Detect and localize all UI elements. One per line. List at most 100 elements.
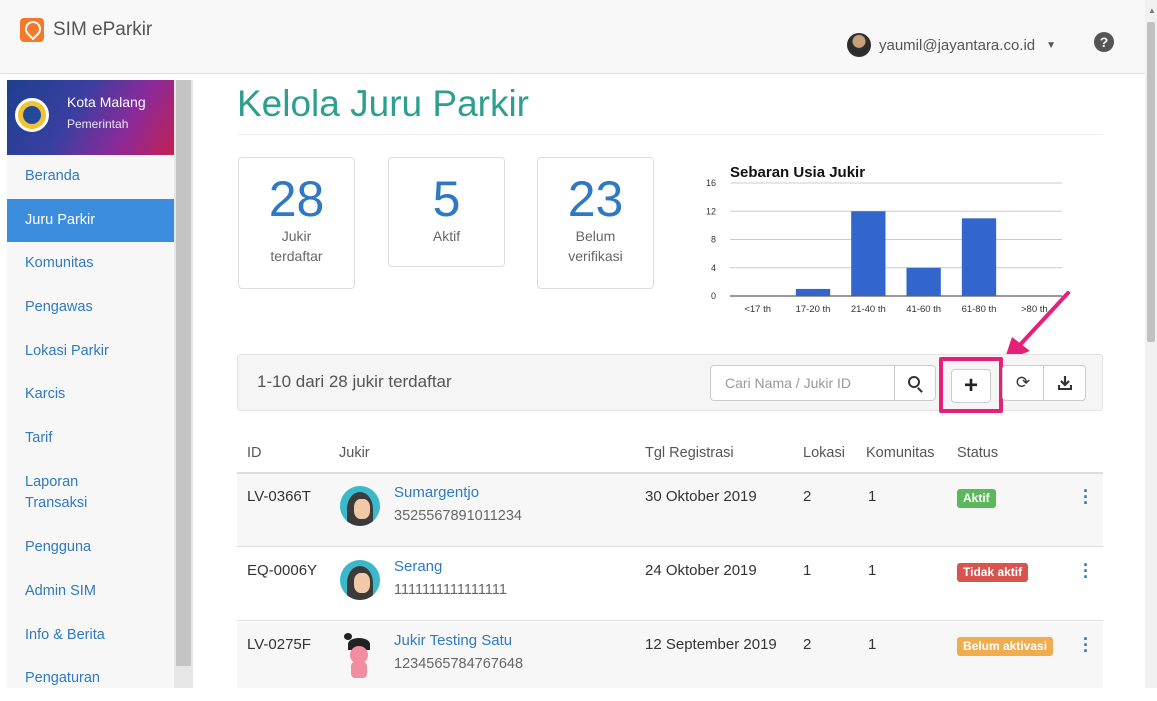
stat-value: 28	[268, 171, 325, 227]
cell-tgl-registrasi: 24 Oktober 2019	[645, 562, 757, 579]
jukir-name-link[interactable]: Jukir Testing Satu	[394, 632, 512, 649]
org-emblem-icon	[15, 98, 49, 132]
title-divider	[237, 134, 1103, 135]
chart-y-tick-label: 16	[706, 178, 716, 188]
row-actions-icon[interactable]: · · ·	[1083, 630, 1089, 660]
cell-komunitas: 1	[868, 562, 877, 579]
col-header-status[interactable]: Status	[957, 445, 998, 461]
search-input[interactable]	[711, 366, 894, 400]
download-button[interactable]	[1044, 365, 1086, 401]
col-header-komunitas[interactable]: Komunitas	[866, 445, 935, 461]
table-row[interactable]: LV-0275F Jukir Testing Satu 123456578476…	[237, 622, 1103, 688]
top-navbar: SIM eParkir yaumil@jayantara.co.id ▼ ?	[0, 0, 1145, 74]
brand[interactable]: SIM eParkir	[20, 18, 152, 42]
cell-id: LV-0275F	[247, 636, 311, 653]
download-icon	[1057, 376, 1072, 390]
refresh-button[interactable]: ⟳	[1002, 365, 1044, 401]
sidebar-item-komunitas[interactable]: Komunitas	[7, 242, 174, 286]
jukir-avatar	[340, 560, 380, 600]
jukir-name-link[interactable]: Sumargentjo	[394, 484, 479, 501]
sidebar-item-beranda[interactable]: Beranda	[7, 155, 174, 199]
cell-lokasi: 2	[803, 636, 812, 653]
org-subtitle: Pemerintah	[67, 117, 129, 131]
cell-id: LV-0366T	[247, 488, 311, 505]
sidebar-scrollbar[interactable]	[174, 80, 193, 688]
cell-komunitas: 1	[868, 488, 877, 505]
search-icon	[908, 376, 920, 388]
sidebar-item-juru-parkir[interactable]: Juru Parkir	[7, 198, 174, 243]
table-row[interactable]: EQ-0006Y Serang 1111111111111111 24 Okto…	[237, 548, 1103, 621]
chart-x-tick-label: 41-60 th	[906, 304, 941, 315]
search-group	[710, 365, 936, 401]
sidebar-scrollbar-thumb[interactable]	[176, 80, 191, 666]
sidebar-item-admin-sim[interactable]: Admin SIM	[7, 570, 174, 614]
jukir-avatar	[340, 486, 380, 526]
jukir-avatar	[344, 632, 374, 678]
cell-tgl-registrasi: 30 Oktober 2019	[645, 488, 757, 505]
sidebar-item-tarif[interactable]: Tarif	[7, 417, 174, 461]
cell-id: EQ-0006Y	[247, 562, 318, 579]
status-badge: Tidak aktif	[957, 563, 1029, 582]
org-header[interactable]: Kota Malang Pemerintah	[7, 80, 174, 155]
sidebar-item-pengawas[interactable]: Pengawas	[7, 286, 174, 330]
user-email: yaumil@jayantara.co.id	[879, 36, 1036, 54]
sidebar-item-pengaturan[interactable]: Pengaturan	[7, 657, 174, 701]
user-avatar	[847, 33, 871, 57]
chart-x-tick-label: 17-20 th	[796, 304, 831, 315]
page-scrollbar-thumb[interactable]	[1147, 22, 1155, 342]
stat-label: Aktif	[432, 228, 461, 244]
cell-lokasi: 1	[803, 562, 812, 579]
row-actions-icon[interactable]: · · ·	[1083, 482, 1089, 512]
chart-y-tick-label: 8	[711, 235, 716, 245]
col-header-jukir[interactable]: Jukir	[339, 445, 370, 461]
stat-value: 23	[567, 171, 624, 227]
stat-label: Belum verifikasi	[568, 228, 623, 264]
sidebar-nav: Beranda Juru Parkir Komunitas Pengawas L…	[7, 155, 174, 701]
add-jukir-button[interactable]: +	[951, 369, 991, 403]
eparkir-logo-icon	[20, 18, 44, 42]
col-header-lokasi[interactable]: Lokasi	[803, 445, 845, 461]
help-icon[interactable]: ?	[1094, 32, 1114, 52]
chart-y-tick-label: 12	[706, 206, 716, 216]
jukir-nik: 1111111111111111	[394, 582, 507, 598]
chart-y-tick-label: 0	[711, 291, 716, 301]
stat-label: Jukir terdaftar	[270, 228, 323, 264]
scroll-up-icon[interactable]: ▲	[1148, 6, 1156, 15]
chart-x-tick-label: 21-40 th	[851, 304, 886, 315]
sidebar-item-karcis[interactable]: Karcis	[7, 373, 174, 417]
add-button-highlight: +	[939, 357, 1003, 413]
chart-bar	[906, 267, 941, 296]
highlight-arrow-icon	[1004, 291, 1070, 361]
table-row[interactable]: LV-0366T Sumargentjo 3525567891011234 30…	[237, 474, 1103, 547]
org-name: Kota Malang	[67, 94, 146, 110]
list-toolbar: 1-10 dari 28 jukir terdaftar + ⟳	[237, 354, 1103, 413]
col-header-tgl-registrasi[interactable]: Tgl Registrasi	[645, 445, 734, 461]
status-badge: Belum aktivasi	[957, 637, 1054, 656]
page-title: Kelola Juru Parkir	[237, 83, 530, 124]
stat-card-belum-verifikasi: 23 Belum verifikasi	[537, 157, 654, 289]
chart-bar	[795, 288, 831, 296]
sidebar: Kota Malang Pemerintah Beranda Juru Park…	[7, 80, 174, 688]
chart-y-tick-label: 4	[711, 263, 716, 273]
cell-lokasi: 2	[803, 488, 812, 505]
cell-komunitas: 1	[868, 636, 877, 653]
sidebar-item-pengguna[interactable]: Pengguna	[7, 526, 174, 570]
app-name: SIM eParkir	[53, 19, 153, 40]
user-menu[interactable]: yaumil@jayantara.co.id ▼	[847, 33, 1056, 57]
refresh-icon: ⟳	[1015, 373, 1031, 392]
chart-bar	[851, 211, 886, 296]
sidebar-item-lokasi-parkir[interactable]: Lokasi Parkir	[7, 329, 174, 373]
row-actions-icon[interactable]: · · ·	[1083, 556, 1089, 586]
col-header-id[interactable]: ID	[247, 445, 262, 461]
jukir-nik: 3525567891011234	[394, 508, 522, 524]
sidebar-item-laporan-transaksi[interactable]: Laporan Transaksi	[7, 460, 174, 526]
jukir-name-link[interactable]: Serang	[394, 558, 442, 575]
status-badge: Aktif	[957, 489, 996, 508]
search-button[interactable]	[894, 366, 935, 400]
record-count: 1-10 dari 28 jukir terdaftar	[257, 372, 452, 391]
page-scrollbar[interactable]: ▲	[1145, 0, 1157, 688]
caret-down-icon: ▼	[1046, 39, 1057, 51]
sidebar-item-info-berita[interactable]: Info & Berita	[7, 613, 174, 657]
chart-title: Sebaran Usia Jukir	[730, 164, 865, 181]
jukir-nik: 1234565784767648	[394, 656, 524, 672]
